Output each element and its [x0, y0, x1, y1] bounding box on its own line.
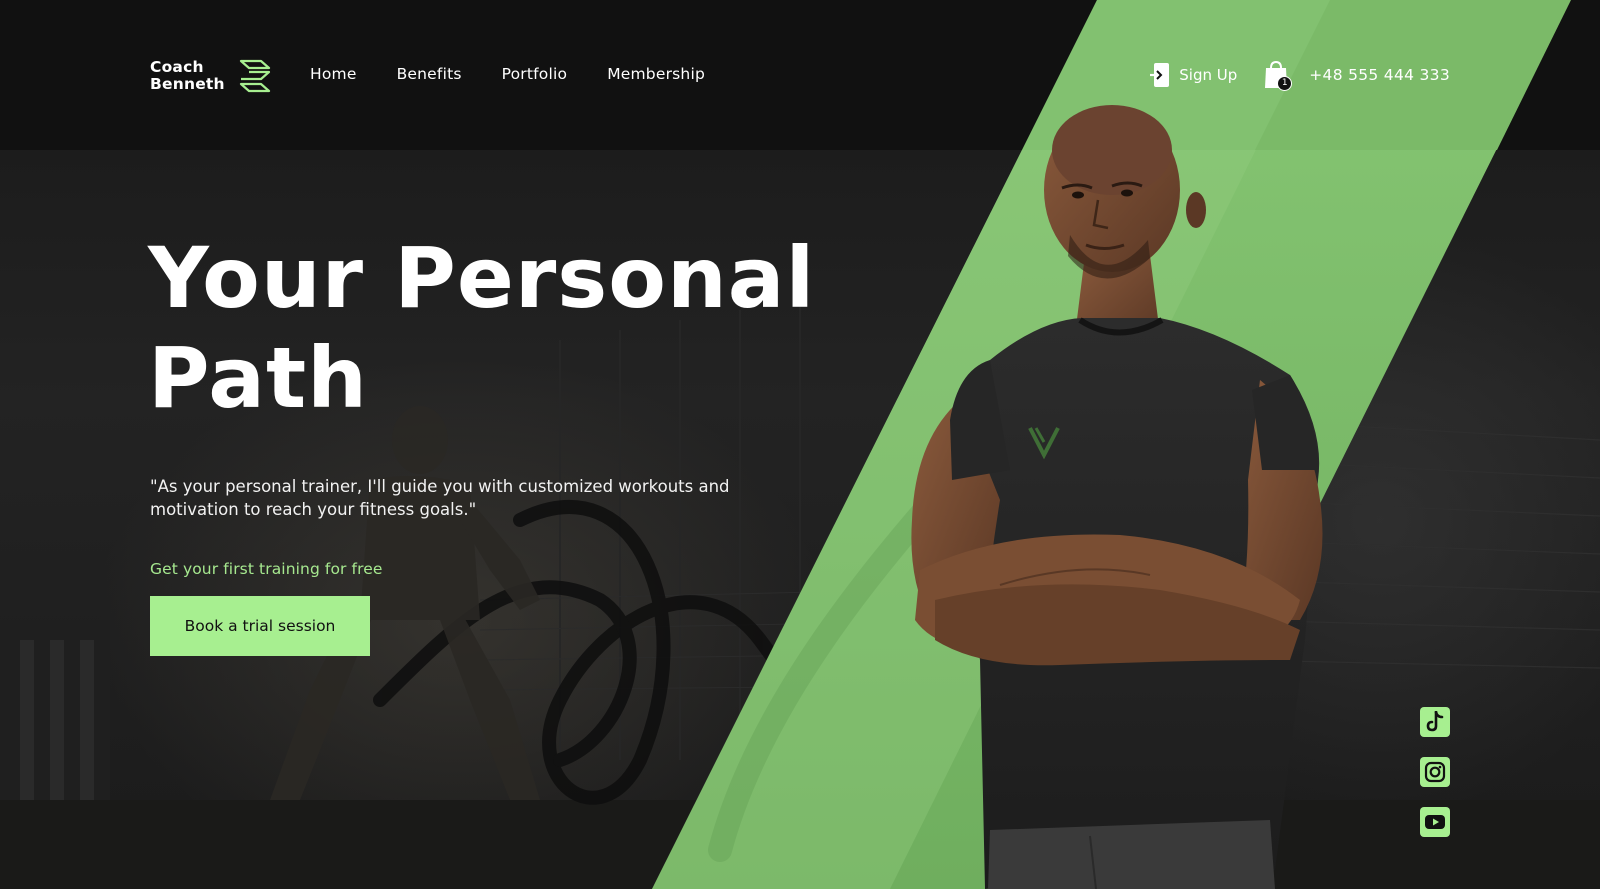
site-header: Coach Benneth Home Benefits Portfolio Me… [0, 0, 1600, 150]
hero-title: Your Personal Path [148, 228, 908, 428]
book-trial-button[interactable]: Book a trial session [150, 596, 370, 656]
instagram-icon [1424, 761, 1446, 783]
nav-membership[interactable]: Membership [607, 65, 705, 83]
sign-in-icon [1150, 63, 1170, 87]
brand-logo[interactable]: Coach Benneth [150, 59, 271, 93]
hero-quote: "As your personal trainer, I'll guide yo… [150, 477, 730, 519]
sign-up-label: Sign Up [1179, 66, 1238, 84]
logo-text: Coach Benneth [150, 59, 225, 93]
logo-line-2: Benneth [150, 75, 225, 93]
phone-number[interactable]: +48 555 444 333 [1309, 66, 1450, 84]
tiktok-link[interactable] [1420, 707, 1450, 737]
nav-benefits[interactable]: Benefits [397, 65, 462, 83]
nav-portfolio[interactable]: Portfolio [502, 65, 568, 83]
header-actions: Sign Up 1 +48 555 444 333 [1150, 60, 1450, 91]
stacked-lines-logo-icon [239, 59, 270, 93]
hero-title-line-1: Your Personal [148, 229, 816, 327]
sign-up-button[interactable]: Sign Up [1150, 62, 1237, 88]
logo-line-1: Coach [150, 58, 204, 76]
youtube-icon [1425, 815, 1445, 829]
social-links [1420, 707, 1450, 837]
hero-title-line-2: Path [148, 329, 368, 427]
instagram-link[interactable] [1420, 757, 1450, 787]
tiktok-icon [1426, 711, 1444, 732]
cart-button[interactable]: 1 [1263, 60, 1293, 91]
youtube-link[interactable] [1420, 807, 1450, 837]
main-nav: Home Benefits Portfolio Membership [310, 65, 705, 83]
promo-text: Get your first training for free [150, 560, 383, 578]
cart-count-badge: 1 [1277, 76, 1293, 91]
nav-home[interactable]: Home [310, 65, 357, 83]
